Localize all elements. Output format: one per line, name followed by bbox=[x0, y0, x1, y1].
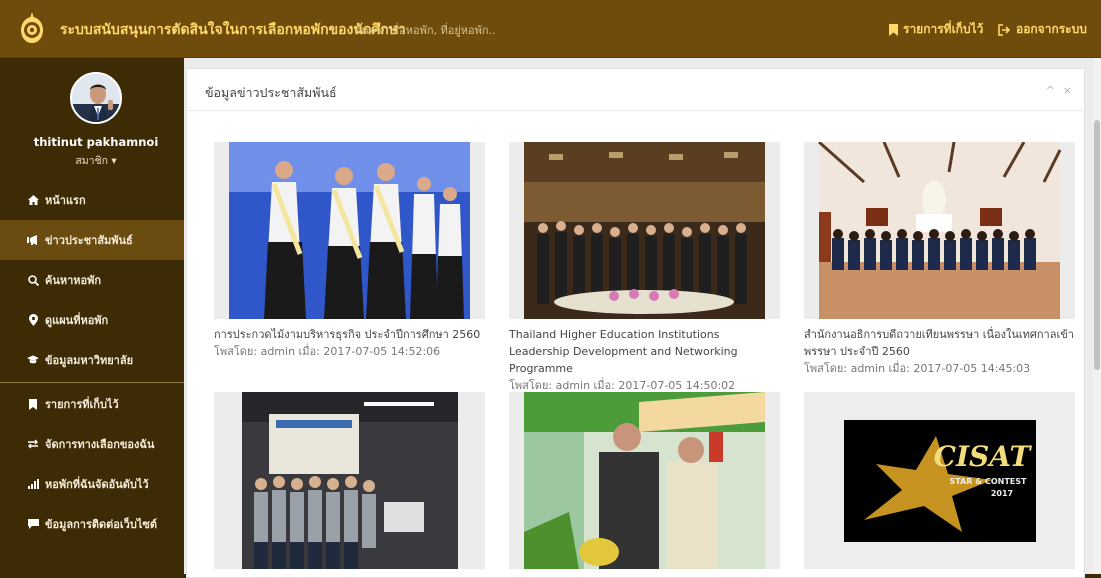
sign-out-icon bbox=[998, 23, 1011, 36]
sidebar-item-label: ค้นหาหอพัก bbox=[45, 274, 102, 287]
news-image[interactable] bbox=[509, 142, 780, 319]
news-card: การประกวดไม้งามบริหารธุรกิจ ประจำปีการศึ… bbox=[214, 142, 485, 360]
comment-icon bbox=[27, 519, 39, 529]
news-card: CISAT STAR & CONTEST 2017 bbox=[804, 392, 1075, 569]
sidebar-item-university-info[interactable]: ข้อมูลมหาวิทยาลัย bbox=[0, 340, 184, 380]
avatar[interactable] bbox=[70, 72, 122, 124]
panel-title: ข้อมูลข่าวประชาสัมพันธ์ bbox=[205, 85, 337, 100]
news-meta: โพสโดย: admin เมื่อ: 2017-07-05 14:45:03 bbox=[804, 362, 1031, 375]
map-marker-icon bbox=[27, 314, 39, 326]
news-panel: ข้อมูลข่าวประชาสัมพันธ์ ^ × การประกวดไม้… bbox=[186, 68, 1086, 578]
news-image[interactable] bbox=[804, 142, 1075, 319]
news-card bbox=[214, 392, 485, 569]
sidebar-item-dorm-map[interactable]: ดูแผนที่หอพัก bbox=[0, 300, 184, 340]
top-navbar: ระบบสนับสนุนการตัดสินใจในการเลือกหอพักขอ… bbox=[0, 0, 1101, 58]
close-icon[interactable]: × bbox=[1063, 84, 1072, 97]
news-meta: โพสโดย: admin เมื่อ: 2017-07-05 14:52:06 bbox=[214, 345, 441, 358]
sidebar-item-ranked-dorms[interactable]: หอพักที่ฉันจัดอันดับไว้ bbox=[0, 464, 184, 504]
scrollbar-thumb[interactable] bbox=[1094, 120, 1100, 370]
user-name: thitinut pakhamnoi bbox=[33, 135, 159, 149]
sidebar-item-label: ข้อมูลการติดต่อเว็บไซต์ bbox=[45, 518, 157, 531]
university-logo[interactable] bbox=[18, 11, 46, 45]
page-scrollbar[interactable] bbox=[1093, 58, 1101, 574]
cisat-logo-word: CISAT bbox=[934, 440, 1033, 473]
exchange-icon bbox=[27, 439, 39, 449]
sidebar-item-label: รายการที่เก็บไว้ bbox=[45, 398, 119, 411]
news-image[interactable]: CISAT STAR & CONTEST 2017 bbox=[804, 392, 1075, 569]
bookmark-icon bbox=[27, 398, 39, 410]
bookmark-icon bbox=[889, 23, 898, 36]
sidebar-item-label: ข่าวประชาสัมพันธ์ bbox=[45, 234, 133, 247]
sidebar: thitinut pakhamnoi สมาชิก ▾ หน้าแรก ข่าว… bbox=[0, 58, 184, 574]
sidebar-divider bbox=[0, 382, 184, 383]
bar-chart-icon bbox=[27, 479, 39, 489]
sidebar-item-search-dorm[interactable]: ค้นหาหอพัก bbox=[0, 260, 184, 300]
news-image[interactable] bbox=[509, 392, 780, 569]
cisat-logo-year: 2017 bbox=[991, 489, 1013, 498]
home-icon bbox=[27, 195, 39, 205]
search-input[interactable] bbox=[354, 21, 554, 39]
news-card: สำนักงานอธิการบดีถวายเทียนพรรษา เนื่องใน… bbox=[804, 142, 1075, 377]
sidebar-item-contact[interactable]: ข้อมูลการติดต่อเว็บไซต์ bbox=[0, 504, 184, 544]
sidebar-item-label: ข้อมูลมหาวิทยาลัย bbox=[45, 354, 134, 367]
cisat-logo-sub: STAR & CONTEST bbox=[949, 477, 1027, 486]
news-image[interactable] bbox=[214, 142, 485, 319]
search-icon bbox=[27, 274, 39, 286]
logout-label: ออกจากระบบ bbox=[1016, 22, 1087, 36]
graduation-cap-icon bbox=[27, 355, 39, 365]
news-title[interactable]: การประกวดไม้งามบริหารธุรกิจ ประจำปีการศึ… bbox=[214, 326, 485, 343]
sidebar-item-label: ดูแผนที่หอพัก bbox=[45, 314, 109, 327]
news-card bbox=[509, 392, 780, 569]
sidebar-item-label: หน้าแรก bbox=[45, 194, 86, 207]
panel-tools: ^ × bbox=[1046, 84, 1072, 97]
saved-items-link[interactable]: รายการที่เก็บไว้ bbox=[889, 20, 983, 39]
sidebar-item-saved[interactable]: รายการที่เก็บไว้ bbox=[0, 384, 184, 424]
collapse-icon[interactable]: ^ bbox=[1046, 84, 1055, 97]
sidebar-item-news[interactable]: ข่าวประชาสัมพันธ์ bbox=[0, 220, 184, 260]
logout-link[interactable]: ออกจากระบบ bbox=[998, 20, 1087, 39]
panel-header: ข้อมูลข่าวประชาสัมพันธ์ ^ × bbox=[187, 69, 1086, 111]
sidebar-item-label: หอพักที่ฉันจัดอันดับไว้ bbox=[45, 478, 149, 491]
saved-items-label: รายการที่เก็บไว้ bbox=[903, 22, 984, 36]
megaphone-icon bbox=[27, 235, 39, 245]
sidebar-item-home[interactable]: หน้าแรก bbox=[0, 180, 184, 220]
sidebar-item-label: จัดการทางเลือกของฉัน bbox=[45, 438, 155, 451]
user-role-dropdown[interactable]: สมาชิก ▾ bbox=[0, 152, 192, 169]
news-image[interactable] bbox=[214, 392, 485, 569]
news-title[interactable]: Thailand Higher Education Institutions L… bbox=[509, 326, 780, 377]
sidebar-item-manage-choices[interactable]: จัดการทางเลือกของฉัน bbox=[0, 424, 184, 464]
news-title[interactable]: สำนักงานอธิการบดีถวายเทียนพรรษา เนื่องใน… bbox=[804, 326, 1075, 360]
main-content: ข้อมูลข่าวประชาสัมพันธ์ ^ × การประกวดไม้… bbox=[184, 58, 1101, 578]
news-card: Thailand Higher Education Institutions L… bbox=[509, 142, 780, 394]
